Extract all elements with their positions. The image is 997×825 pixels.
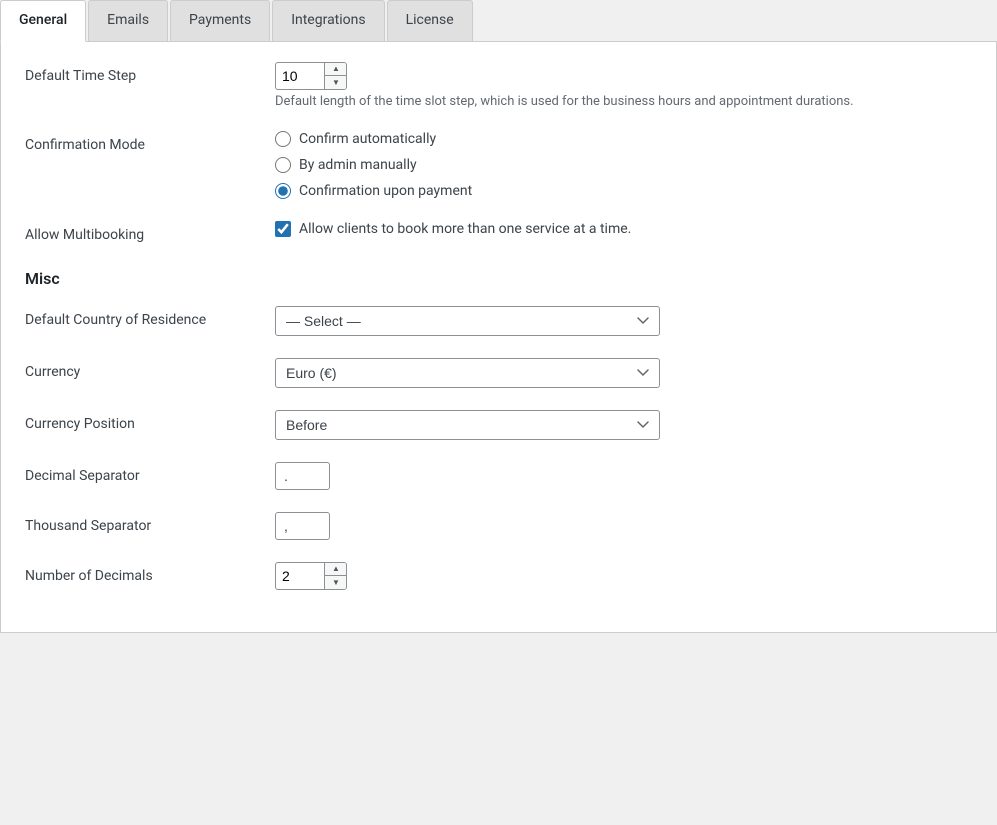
decimal-separator-control xyxy=(275,462,972,490)
page-container: General Emails Payments Integrations Lic… xyxy=(0,0,997,825)
spinner-down-button[interactable]: ▼ xyxy=(325,76,347,89)
radio-confirm-payment-label: Confirmation upon payment xyxy=(299,183,472,199)
content-area: Default Time Step ▲ ▼ Default length of … xyxy=(0,42,997,633)
tabs-container: General Emails Payments Integrations Lic… xyxy=(0,0,997,42)
misc-heading: Misc xyxy=(25,265,972,288)
default-time-step-input[interactable] xyxy=(276,64,324,88)
decimal-separator-row: Decimal Separator xyxy=(25,462,972,490)
default-time-step-wrapper: ▲ ▼ xyxy=(275,62,347,90)
default-time-step-label: Default Time Step xyxy=(25,62,275,84)
currency-control: Euro (€) US Dollar ($) British Pound (£) xyxy=(275,358,972,388)
currency-position-control: Before After xyxy=(275,410,972,440)
allow-multibooking-description: Allow clients to book more than one serv… xyxy=(299,221,631,237)
tab-payments[interactable]: Payments xyxy=(170,0,270,41)
radio-confirm-manual-input[interactable] xyxy=(275,157,291,173)
radio-confirm-auto-input[interactable] xyxy=(275,131,291,147)
confirmation-mode-control: Confirm automatically By admin manually … xyxy=(275,131,972,199)
allow-multibooking-label: Allow Multibooking xyxy=(25,221,275,243)
allow-multibooking-checkbox-item[interactable]: Allow clients to book more than one serv… xyxy=(275,221,972,237)
thousand-separator-input[interactable] xyxy=(275,512,330,540)
currency-select[interactable]: Euro (€) US Dollar ($) British Pound (£) xyxy=(275,358,660,388)
radio-confirm-manual[interactable]: By admin manually xyxy=(275,157,972,173)
currency-row: Currency Euro (€) US Dollar ($) British … xyxy=(25,358,972,388)
number-of-decimals-wrapper: ▲ ▼ xyxy=(275,562,347,590)
radio-confirm-payment-input[interactable] xyxy=(275,183,291,199)
default-time-step-row: Default Time Step ▲ ▼ Default length of … xyxy=(25,62,972,109)
currency-label: Currency xyxy=(25,358,275,380)
spinner-buttons: ▲ ▼ xyxy=(324,63,346,89)
confirmation-mode-radio-group: Confirm automatically By admin manually … xyxy=(275,131,972,199)
confirmation-mode-label: Confirmation Mode xyxy=(25,131,275,153)
default-country-label: Default Country of Residence xyxy=(25,306,275,328)
radio-confirm-auto-label: Confirm automatically xyxy=(299,131,436,147)
thousand-separator-control xyxy=(275,512,972,540)
decimals-spinner-down-button[interactable]: ▼ xyxy=(325,576,347,589)
radio-confirm-manual-label: By admin manually xyxy=(299,157,417,173)
number-of-decimals-spinners: ▲ ▼ xyxy=(324,563,346,589)
number-of-decimals-control: ▲ ▼ xyxy=(275,562,972,590)
radio-confirm-payment[interactable]: Confirmation upon payment xyxy=(275,183,972,199)
default-country-row: Default Country of Residence — Select — xyxy=(25,306,972,336)
tab-license[interactable]: License xyxy=(387,0,473,41)
currency-position-row: Currency Position Before After xyxy=(25,410,972,440)
radio-confirm-auto[interactable]: Confirm automatically xyxy=(275,131,972,147)
number-of-decimals-input[interactable] xyxy=(276,564,324,588)
number-of-decimals-label: Number of Decimals xyxy=(25,562,275,584)
tab-emails[interactable]: Emails xyxy=(88,0,168,41)
spinner-up-button[interactable]: ▲ xyxy=(325,63,347,76)
default-country-select[interactable]: — Select — xyxy=(275,306,660,336)
thousand-separator-label: Thousand Separator xyxy=(25,512,275,534)
default-time-step-description: Default length of the time slot step, wh… xyxy=(275,94,972,109)
thousand-separator-row: Thousand Separator xyxy=(25,512,972,540)
currency-position-select[interactable]: Before After xyxy=(275,410,660,440)
default-time-step-control: ▲ ▼ Default length of the time slot step… xyxy=(275,62,972,109)
currency-position-label: Currency Position xyxy=(25,410,275,432)
tab-integrations[interactable]: Integrations xyxy=(272,0,384,41)
decimals-spinner-up-button[interactable]: ▲ xyxy=(325,563,347,576)
default-country-control: — Select — xyxy=(275,306,972,336)
allow-multibooking-row: Allow Multibooking Allow clients to book… xyxy=(25,221,972,243)
tab-general[interactable]: General xyxy=(0,0,86,42)
allow-multibooking-control: Allow clients to book more than one serv… xyxy=(275,221,972,237)
number-of-decimals-row: Number of Decimals ▲ ▼ xyxy=(25,562,972,590)
allow-multibooking-input[interactable] xyxy=(275,221,291,237)
confirmation-mode-row: Confirmation Mode Confirm automatically … xyxy=(25,131,972,199)
decimal-separator-input[interactable] xyxy=(275,462,330,490)
decimal-separator-label: Decimal Separator xyxy=(25,462,275,484)
